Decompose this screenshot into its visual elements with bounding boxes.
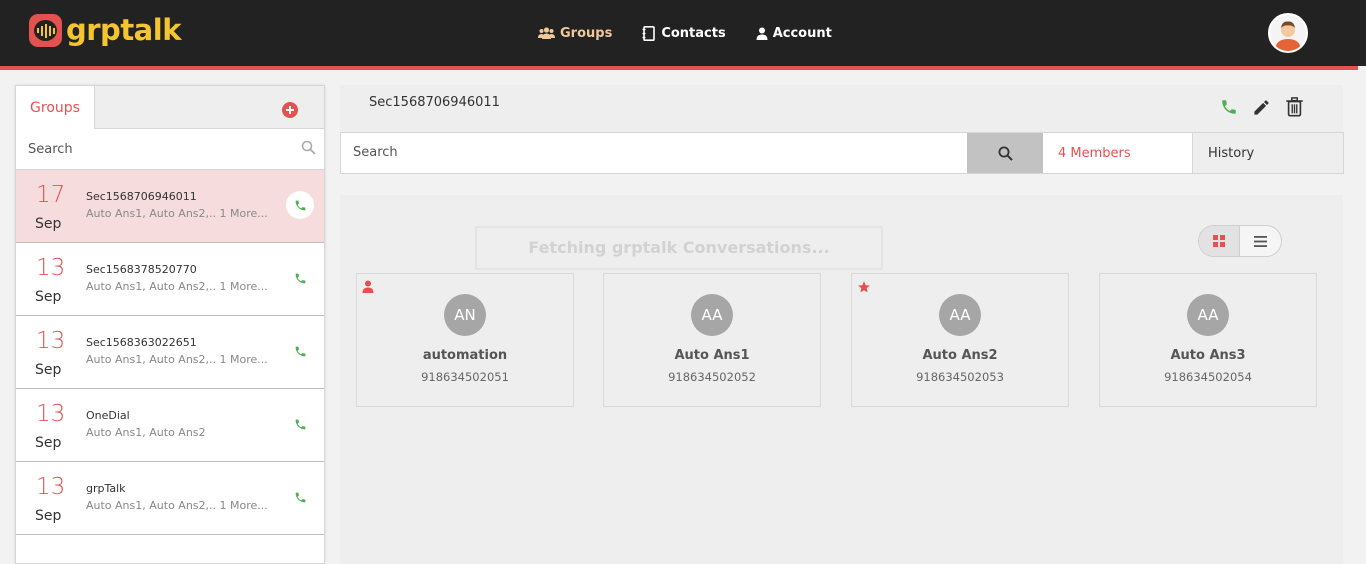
member-card[interactable]: AA Auto Ans3 918634502054 (1099, 273, 1317, 407)
group-day: 13 (36, 474, 66, 500)
user-icon (362, 280, 374, 293)
members-count-tab[interactable]: 4 Members (1043, 133, 1193, 173)
group-header: Sec1568706946011 (340, 85, 1343, 132)
group-call-button[interactable] (286, 410, 314, 438)
member-card[interactable]: AN automation 918634502051 (356, 273, 574, 407)
groups-search-placeholder: Search (28, 141, 73, 157)
grid-icon (1213, 235, 1225, 247)
fetching-status: Fetching grptalk Conversations... (475, 226, 883, 270)
nav-account-label: Account (772, 25, 832, 41)
phone-icon (295, 419, 305, 429)
group-members: Auto Ans1, Auto Ans2,.. 1 More... (86, 280, 268, 293)
member-name: Auto Ans3 (1170, 348, 1246, 363)
main-nav: Groups Contacts Account (538, 22, 862, 44)
nav-contacts[interactable]: Contacts (642, 22, 726, 44)
member-name: Auto Ans2 (922, 348, 998, 363)
history-tab[interactable]: History (1193, 133, 1343, 173)
profile-avatar[interactable] (1268, 13, 1308, 53)
member-avatar: AA (691, 294, 733, 336)
add-group-button[interactable] (282, 102, 298, 118)
grid-view-button[interactable] (1199, 226, 1241, 256)
member-phone: 918634502051 (421, 370, 509, 384)
trash-icon[interactable] (1285, 97, 1304, 117)
group-list-item[interactable]: 13 Sep OneDial Auto Ans1, Auto Ans2 (16, 389, 324, 462)
topbar-accent-line (0, 66, 1358, 70)
group-month: Sep (35, 289, 62, 305)
groups-icon (538, 26, 555, 39)
member-avatar: AN (444, 294, 486, 336)
group-list-item[interactable]: 13 Sep grpTalk Auto Ans1, Auto Ans2,.. 1… (16, 462, 324, 535)
group-list-item[interactable]: 13 Sep Sec1568363022651 Auto Ans1, Auto … (16, 316, 324, 389)
member-phone: 918634502052 (668, 370, 756, 384)
group-name: Sec1568363022651 (86, 336, 197, 349)
member-card[interactable]: AA Auto Ans1 918634502052 (603, 273, 821, 407)
contacts-book-icon (642, 25, 656, 41)
group-day: 13 (36, 255, 66, 281)
list-view-button[interactable] (1240, 226, 1281, 256)
group-list-item[interactable]: 17 Sep Sec1568706946011 Auto Ans1, Auto … (16, 170, 324, 243)
view-toggle (1198, 225, 1282, 257)
group-actions (1220, 97, 1304, 117)
groups-tabs: Groups (16, 86, 324, 129)
group-members: Auto Ans1, Auto Ans2,.. 1 More... (86, 207, 268, 220)
group-call-button[interactable] (286, 337, 314, 365)
group-day: 13 (36, 328, 66, 354)
group-members: Auto Ans1, Auto Ans2,.. 1 More... (86, 353, 268, 366)
nav-groups[interactable]: Groups (538, 22, 612, 44)
group-list-item[interactable]: 13 Sep Sec1568378520770 Auto Ans1, Auto … (16, 243, 324, 316)
group-members: Auto Ans1, Auto Ans2 (86, 426, 206, 439)
group-name: Sec1568706946011 (86, 190, 197, 203)
member-search-bar: Search 4 Members History (340, 132, 1344, 174)
phone-icon (295, 200, 305, 210)
top-navbar: grptalk Groups Contacts Account (0, 0, 1366, 66)
group-day: 13 (36, 401, 66, 427)
app-logo[interactable]: grptalk (29, 14, 181, 47)
member-search-input[interactable]: Search (341, 133, 967, 173)
group-name: OneDial (86, 409, 130, 422)
member-name: automation (422, 348, 508, 363)
member-name: Auto Ans1 (674, 348, 750, 363)
page-title: Sec1568706946011 (369, 95, 500, 110)
groups-panel: Groups Search 17 Sep Sec1568706946011 Au… (15, 85, 325, 564)
user-icon (756, 27, 768, 40)
member-avatar: AA (939, 294, 981, 336)
group-call-button[interactable] (286, 191, 314, 219)
plus-icon (286, 106, 294, 114)
group-members: Auto Ans1, Auto Ans2,.. 1 More... (86, 499, 268, 512)
group-month: Sep (35, 362, 62, 378)
group-month: Sep (35, 508, 62, 524)
member-phone: 918634502054 (1164, 370, 1252, 384)
phone-icon (295, 492, 305, 502)
member-search-placeholder: Search (353, 145, 398, 160)
group-day: 17 (36, 182, 66, 208)
list-icon (1254, 235, 1267, 247)
call-group-icon[interactable] (1220, 98, 1238, 116)
group-month: Sep (35, 216, 62, 232)
search-icon[interactable] (301, 140, 316, 155)
phone-icon (295, 273, 305, 283)
phone-icon (295, 346, 305, 356)
nav-contacts-label: Contacts (661, 25, 726, 41)
member-avatar: AA (1187, 294, 1229, 336)
star-icon (858, 281, 870, 293)
edit-icon[interactable] (1252, 98, 1271, 117)
member-search-button[interactable] (967, 133, 1043, 173)
group-name: grpTalk (86, 482, 126, 495)
nav-groups-label: Groups (560, 25, 613, 41)
group-call-button[interactable] (286, 264, 314, 292)
app-name: grptalk (66, 13, 181, 47)
search-icon (998, 146, 1013, 161)
group-call-button[interactable] (286, 483, 314, 511)
tab-groups[interactable]: Groups (16, 86, 95, 129)
logo-icon (29, 14, 62, 47)
group-name: Sec1568378520770 (86, 263, 197, 276)
member-phone: 918634502053 (916, 370, 1004, 384)
nav-account[interactable]: Account (756, 22, 832, 44)
members-content: Fetching grptalk Conversations... AN aut… (340, 195, 1343, 564)
groups-search-input[interactable]: Search (16, 129, 324, 170)
group-month: Sep (35, 435, 62, 451)
member-card[interactable]: AA Auto Ans2 918634502053 (851, 273, 1069, 407)
